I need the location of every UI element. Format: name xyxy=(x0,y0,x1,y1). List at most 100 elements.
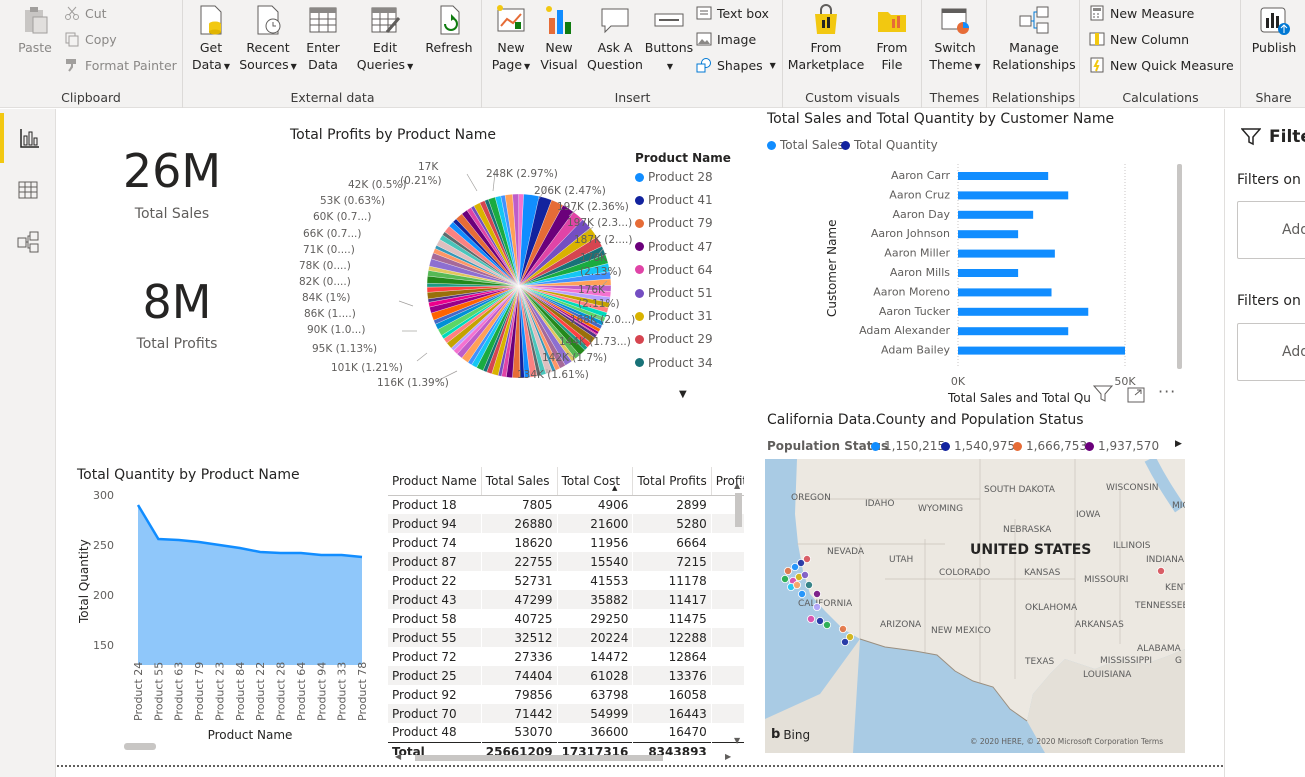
map-point[interactable] xyxy=(801,571,810,580)
column-header[interactable]: Total Profits xyxy=(632,467,712,496)
data-table[interactable]: Product Name Total Sales Total Cost Total P… xyxy=(388,467,744,755)
total-sales-card[interactable]: 26M Total Sales xyxy=(107,144,237,229)
scroll-down-icon[interactable]: ▼ xyxy=(734,736,740,745)
pie-legend-item[interactable]: Product 31 xyxy=(635,309,713,323)
table-row[interactable]: Product 92 79856 63798 16058 xyxy=(388,685,744,704)
focus-mode-icon[interactable] xyxy=(1127,387,1145,407)
table-row[interactable]: Product 70 71442 54999 16443 xyxy=(388,704,744,723)
table-row[interactable]: Product 22 52731 41553 11178 xyxy=(388,571,744,590)
bar[interactable] xyxy=(958,249,1055,258)
manage-relationships-button[interactable]: Manage Relationships xyxy=(990,4,1078,73)
from-file-button[interactable]: From File xyxy=(870,4,914,73)
area-chart-scrollbar[interactable] xyxy=(124,743,156,750)
add-filter-page-well[interactable]: Add xyxy=(1237,201,1305,259)
map-point[interactable] xyxy=(780,575,789,584)
enter-data-button[interactable]: Enter Data xyxy=(302,4,344,73)
map-point[interactable] xyxy=(816,616,825,625)
map-point[interactable] xyxy=(823,620,832,629)
pie-legend-item[interactable]: Product 51 xyxy=(635,286,713,300)
map-visual-header[interactable]: California Data.County and Population St… xyxy=(763,409,1185,459)
bar-chart-visual[interactable]: Total Sales and Total Quantity by Custom… xyxy=(763,109,1183,405)
publish-button[interactable]: Publish xyxy=(1246,4,1302,56)
filters-header[interactable]: Filte xyxy=(1241,127,1305,147)
map[interactable]: OREGON IDAHO WYOMING SOUTH DAKOTA WISCON… xyxy=(765,459,1185,753)
new-quick-measure-button[interactable]: New Quick Measure xyxy=(1089,57,1234,73)
legend-next-icon[interactable]: ▶ xyxy=(1175,439,1182,449)
map-legend-item[interactable]: 1,937,570 xyxy=(1085,439,1159,453)
pie-chart-visual[interactable]: Total Profits by Product Name 17K (0.21%… xyxy=(277,121,747,411)
new-visual-button[interactable]: New Visual xyxy=(537,4,581,73)
table-row[interactable]: Product 48 53070 36600 16470 xyxy=(388,723,744,742)
new-measure-button[interactable]: New Measure xyxy=(1089,5,1194,21)
legend-more-icon[interactable]: ▼ xyxy=(679,389,687,400)
get-data-button[interactable]: Get Data ▼ xyxy=(190,4,232,75)
map-point[interactable] xyxy=(1156,567,1165,576)
bar[interactable] xyxy=(958,288,1052,297)
table-row[interactable]: Product 18 7805 4906 2899 xyxy=(388,495,744,514)
buttons-button[interactable]: Buttons ▼ xyxy=(643,4,695,75)
new-page-button[interactable]: New Page ▼ xyxy=(487,4,535,75)
bar[interactable] xyxy=(958,172,1049,180)
bar[interactable] xyxy=(958,327,1069,336)
pie-legend-item[interactable]: Product 64 xyxy=(635,263,713,277)
bar[interactable] xyxy=(958,269,1019,277)
scroll-right-icon[interactable]: ▶ xyxy=(725,752,731,761)
scroll-up-icon[interactable]: ▲ xyxy=(734,481,740,490)
image-button[interactable]: Image xyxy=(696,31,756,47)
map-point[interactable] xyxy=(839,624,848,633)
map-point[interactable] xyxy=(792,581,801,590)
more-options-icon[interactable]: ··· xyxy=(1158,382,1176,401)
map-legend-item[interactable]: 1,540,975 xyxy=(941,439,1015,453)
table-row[interactable]: Product 74 18620 11956 6664 xyxy=(388,533,744,552)
pie-legend-item[interactable]: Product 34 xyxy=(635,356,713,370)
text-box-button[interactable]: Text box xyxy=(696,5,769,21)
cut-button[interactable]: Cut xyxy=(64,5,107,21)
table-vertical-scrollbar[interactable]: ▲ ▼ xyxy=(734,481,743,745)
edit-queries-button[interactable]: Edit Queries ▼ xyxy=(354,4,416,75)
total-profits-card[interactable]: 8M Total Profits xyxy=(112,275,242,360)
scrollbar-thumb[interactable] xyxy=(415,755,663,761)
map-point[interactable] xyxy=(798,589,807,598)
shapes-button[interactable]: Shapes ▼ xyxy=(696,57,776,73)
bar[interactable] xyxy=(958,230,1019,239)
map-point[interactable] xyxy=(805,581,814,590)
bar-chart-scrollbar[interactable] xyxy=(1177,164,1182,369)
table-row[interactable]: Product 87 22755 15540 7215 xyxy=(388,552,744,571)
column-header[interactable]: Total Cost xyxy=(557,467,634,496)
map-point[interactable] xyxy=(807,614,816,623)
bar[interactable] xyxy=(958,210,1034,219)
pie-legend-item[interactable]: Product 47 xyxy=(635,240,713,254)
pie-legend-item[interactable]: Product 29 xyxy=(635,332,713,346)
from-marketplace-button[interactable]: From Marketplace xyxy=(786,4,866,73)
add-filter-all-well[interactable]: Add xyxy=(1237,323,1305,381)
map-point[interactable] xyxy=(803,555,812,564)
bar[interactable] xyxy=(958,307,1089,316)
map-point[interactable] xyxy=(813,602,822,611)
area-chart-visual[interactable]: Total Quantity by Product Name 300 250 200… xyxy=(72,461,382,753)
refresh-button[interactable]: Refresh xyxy=(424,4,474,56)
table-horizontal-scrollbar[interactable]: ◀ ▶ xyxy=(395,752,735,762)
recent-sources-button[interactable]: Recent Sources ▼ xyxy=(236,4,300,75)
bar[interactable] xyxy=(958,346,1125,355)
format-painter-button[interactable]: Format Painter xyxy=(64,57,177,73)
map-point[interactable] xyxy=(783,567,792,576)
table-row[interactable]: Product 72 27336 14472 12864 xyxy=(388,647,744,666)
model-view-button[interactable] xyxy=(0,217,56,267)
pie-legend-item[interactable]: Product 28 xyxy=(635,170,713,184)
pie-legend-item[interactable]: Product 79 xyxy=(635,216,713,230)
table-row[interactable]: Product 94 26880 21600 5280 xyxy=(388,514,744,533)
pie-legend-item[interactable]: Product 41 xyxy=(635,193,713,207)
filter-icon[interactable] xyxy=(1092,385,1114,407)
table-row[interactable]: Product 25 74404 61028 13376 xyxy=(388,666,744,685)
map-legend-item[interactable]: 1,150,215 xyxy=(871,439,945,453)
column-header[interactable]: Total Sales xyxy=(481,467,558,496)
table-row[interactable]: Product 43 47299 35882 11417 xyxy=(388,590,744,609)
bar[interactable] xyxy=(958,191,1069,200)
map-copyright[interactable]: © 2020 HERE, © 2020 Microsoft Corporatio… xyxy=(970,737,1163,746)
map-point[interactable] xyxy=(813,589,822,598)
report-view-button[interactable] xyxy=(0,113,56,163)
table-row[interactable]: Product 55 32512 20224 12288 xyxy=(388,628,744,647)
switch-theme-button[interactable]: Switch Theme ▼ xyxy=(927,4,983,75)
paste-button[interactable]: Paste xyxy=(10,4,60,56)
new-column-button[interactable]: New Column xyxy=(1089,31,1189,47)
